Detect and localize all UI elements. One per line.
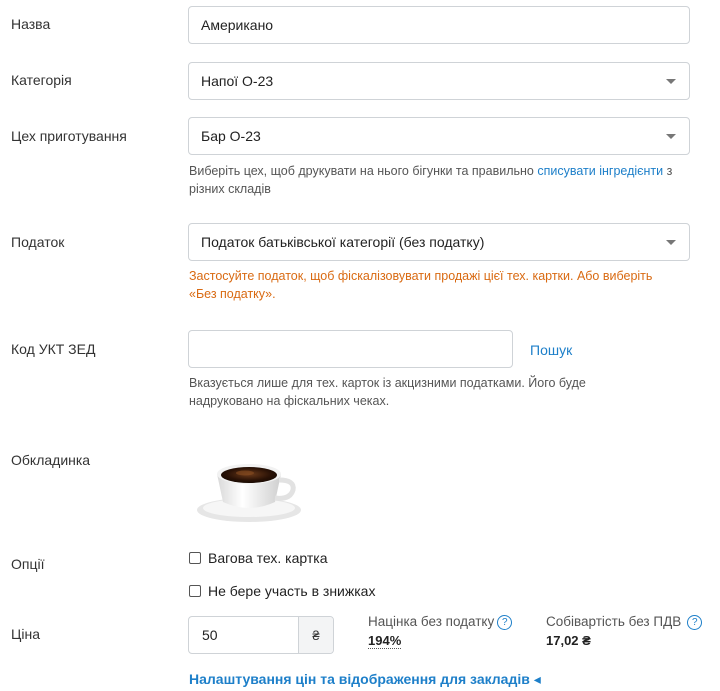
tax-label: Податок [11,234,65,250]
ukt-hint: Вказується лише для тех. карток із акциз… [189,376,586,408]
ukt-label: Код УКТ ЗЕД [11,341,96,357]
category-value: Напої О-23 [201,73,274,89]
currency-addon: ₴ [298,617,333,653]
price-input[interactable]: 50 ₴ [188,616,334,654]
cost-value: 17,02 ₴ [546,632,591,648]
workshop-value: Бар О-23 [201,128,261,144]
category-select[interactable]: Напої О-23 [188,62,690,100]
workshop-select[interactable]: Бар О-23 [188,117,690,155]
tax-value: Податок батьківської категорії (без пода… [201,234,485,250]
ukt-input[interactable] [188,330,513,368]
workshop-hint: Виберіть цех, щоб друкувати на нього біг… [189,164,673,196]
chevron-down-icon [666,240,676,245]
ukt-search-link[interactable]: Пошук [530,342,572,358]
tax-select[interactable]: Податок батьківської категорії (без пода… [188,223,690,261]
price-value: 50 [202,627,218,643]
name-label: Назва [11,16,51,32]
options-label: Опції [11,556,45,572]
markup-label: Націнка без податку [368,614,495,629]
tax-warning: Застосуйте податок, щоб фіскалізовувати … [189,269,653,301]
name-input[interactable]: Американо [188,6,690,44]
workshop-label: Цех приготування [11,128,127,144]
chevron-down-icon [666,79,676,84]
write-off-ingredients-link[interactable]: списувати інгредієнти [537,164,663,178]
checkbox-icon[interactable] [189,585,201,597]
markup-stat: Націнка без податку? 194% [368,614,513,649]
chevron-down-icon [666,134,676,139]
category-label: Категорія [11,72,72,88]
price-settings-link[interactable]: Налаштування цін та відображення для зак… [189,671,541,688]
cost-stat: Собівартість без ПДВ? 17,02 ₴ [546,614,703,648]
cost-label: Собівартість без ПДВ [546,614,682,629]
help-icon[interactable]: ? [687,614,703,630]
checkbox-icon[interactable] [189,552,201,564]
cover-label: Обкладинка [11,452,91,468]
no-discounts-checkbox[interactable]: Не бере участь в знижках [189,583,375,599]
cover-image[interactable] [189,440,307,525]
markup-value[interactable]: 194% [368,632,402,649]
price-label: Ціна [11,626,40,642]
name-value: Американо [201,17,274,33]
coffee-cup-icon [197,464,301,522]
weighted-checkbox[interactable]: Вагова тех. картка [189,550,328,566]
help-icon[interactable]: ? [497,614,513,630]
